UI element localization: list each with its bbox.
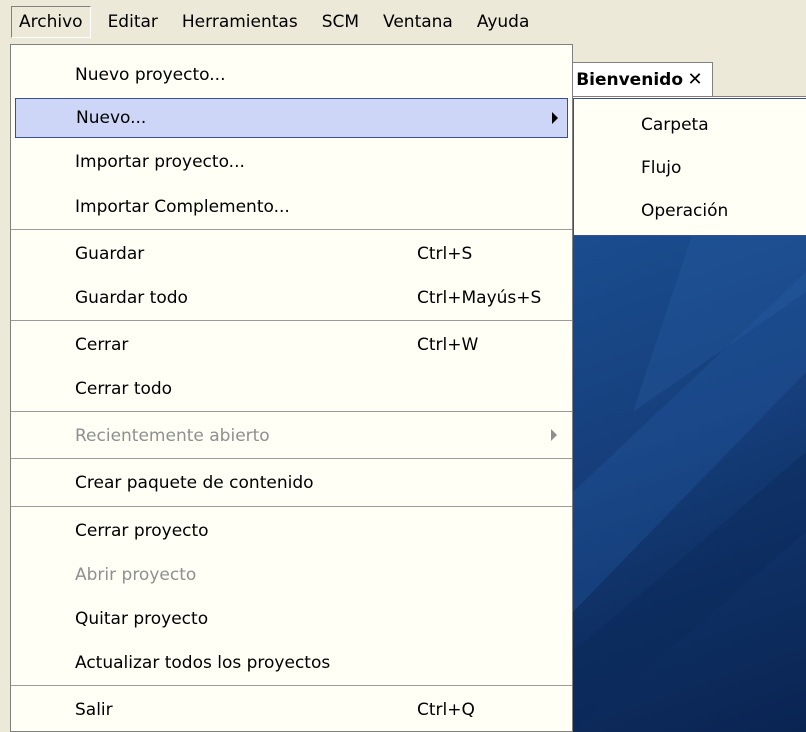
menu-item-label: Recientemente abierto: [75, 426, 270, 446]
editor-tab-strip: Bienvenido ✕: [573, 52, 806, 97]
nuevo-submenu: Carpeta Flujo Operación: [573, 98, 806, 236]
menu-item-label: Quitar proyecto: [75, 609, 209, 629]
archivo-menu: Nuevo proyecto... Nuevo... Importar proy…: [10, 44, 573, 732]
menu-item-label: Guardar todo: [75, 288, 188, 308]
menu-separator: [11, 229, 572, 230]
menu-item-label: Actualizar todos los proyectos: [75, 653, 331, 673]
menu-separator: [11, 458, 572, 459]
menu-bar: Archivo Editar Herramientas SCM Ventana …: [0, 0, 806, 44]
menu-item-crear-paquete[interactable]: Crear paquete de contenido: [15, 463, 568, 503]
menu-ventana[interactable]: Ventana: [376, 6, 460, 38]
menu-archivo[interactable]: Archivo: [11, 6, 91, 38]
triangle-right-icon: [551, 429, 557, 441]
menu-separator: [11, 506, 572, 507]
tab-welcome[interactable]: Bienvenido ✕: [573, 62, 713, 96]
menu-item-label: Cerrar todo: [75, 379, 173, 399]
close-icon[interactable]: ✕: [686, 69, 704, 90]
menu-item-label: Salir: [75, 700, 113, 720]
menu-item-quitar-proyecto[interactable]: Quitar proyecto: [15, 599, 568, 639]
menu-item-actualizar-proyectos[interactable]: Actualizar todos los proyectos: [15, 643, 568, 683]
menu-item-guardar-todo[interactable]: Guardar todo Ctrl+Mayús+S: [15, 278, 568, 318]
menu-item-cerrar-proyecto[interactable]: Cerrar proyecto: [15, 511, 568, 551]
submenu-item-label: Operación: [641, 201, 729, 221]
menu-scm[interactable]: SCM: [315, 6, 366, 38]
submenu-item-label: Carpeta: [641, 115, 709, 135]
menu-item-recientemente-abierto: Recientemente abierto: [15, 416, 568, 456]
menu-item-shortcut: Ctrl+Q: [417, 700, 475, 720]
menu-item-cerrar-todo[interactable]: Cerrar todo: [15, 369, 568, 409]
menu-item-label: Nuevo...: [76, 108, 147, 128]
menu-separator: [11, 320, 572, 321]
triangle-right-icon: [552, 112, 558, 124]
menu-item-cerrar[interactable]: Cerrar Ctrl+W: [15, 325, 568, 365]
menu-item-label: Guardar: [75, 244, 145, 264]
menu-item-label: Nuevo proyecto...: [75, 65, 226, 85]
submenu-item-flujo[interactable]: Flujo: [574, 148, 806, 188]
menu-item-label: Cerrar proyecto: [75, 521, 209, 541]
menu-item-label: Crear paquete de contenido: [75, 473, 314, 493]
menu-item-label: Importar Complemento...: [75, 197, 290, 217]
menu-item-abrir-proyecto: Abrir proyecto: [15, 555, 568, 595]
menu-item-importar-proyecto[interactable]: Importar proyecto...: [15, 142, 568, 182]
menu-editar[interactable]: Editar: [101, 6, 165, 38]
menu-item-label: Cerrar: [75, 335, 129, 355]
welcome-page-background: [573, 232, 806, 732]
menu-item-importar-complemento[interactable]: Importar Complemento...: [15, 187, 568, 227]
submenu-item-carpeta[interactable]: Carpeta: [574, 105, 806, 145]
menu-separator: [11, 411, 572, 412]
menu-item-shortcut: Ctrl+W: [417, 335, 479, 355]
menu-item-shortcut: Ctrl+S: [417, 244, 473, 264]
tab-welcome-label: Bienvenido: [576, 69, 683, 90]
menu-herramientas[interactable]: Herramientas: [175, 6, 305, 38]
submenu-item-label: Flujo: [641, 158, 682, 178]
submenu-item-operacion[interactable]: Operación: [574, 191, 806, 231]
menu-ayuda[interactable]: Ayuda: [470, 6, 537, 38]
welcome-background-art: [573, 232, 806, 732]
menu-item-guardar[interactable]: Guardar Ctrl+S: [15, 234, 568, 274]
menu-item-nuevo-proyecto[interactable]: Nuevo proyecto...: [15, 55, 568, 95]
menu-item-label: Importar proyecto...: [75, 152, 245, 172]
menu-item-salir[interactable]: Salir Ctrl+Q: [15, 690, 568, 730]
menu-separator: [11, 685, 572, 686]
menu-item-shortcut: Ctrl+Mayús+S: [417, 288, 542, 308]
menu-item-nuevo[interactable]: Nuevo...: [15, 98, 568, 138]
menu-item-label: Abrir proyecto: [75, 565, 197, 585]
